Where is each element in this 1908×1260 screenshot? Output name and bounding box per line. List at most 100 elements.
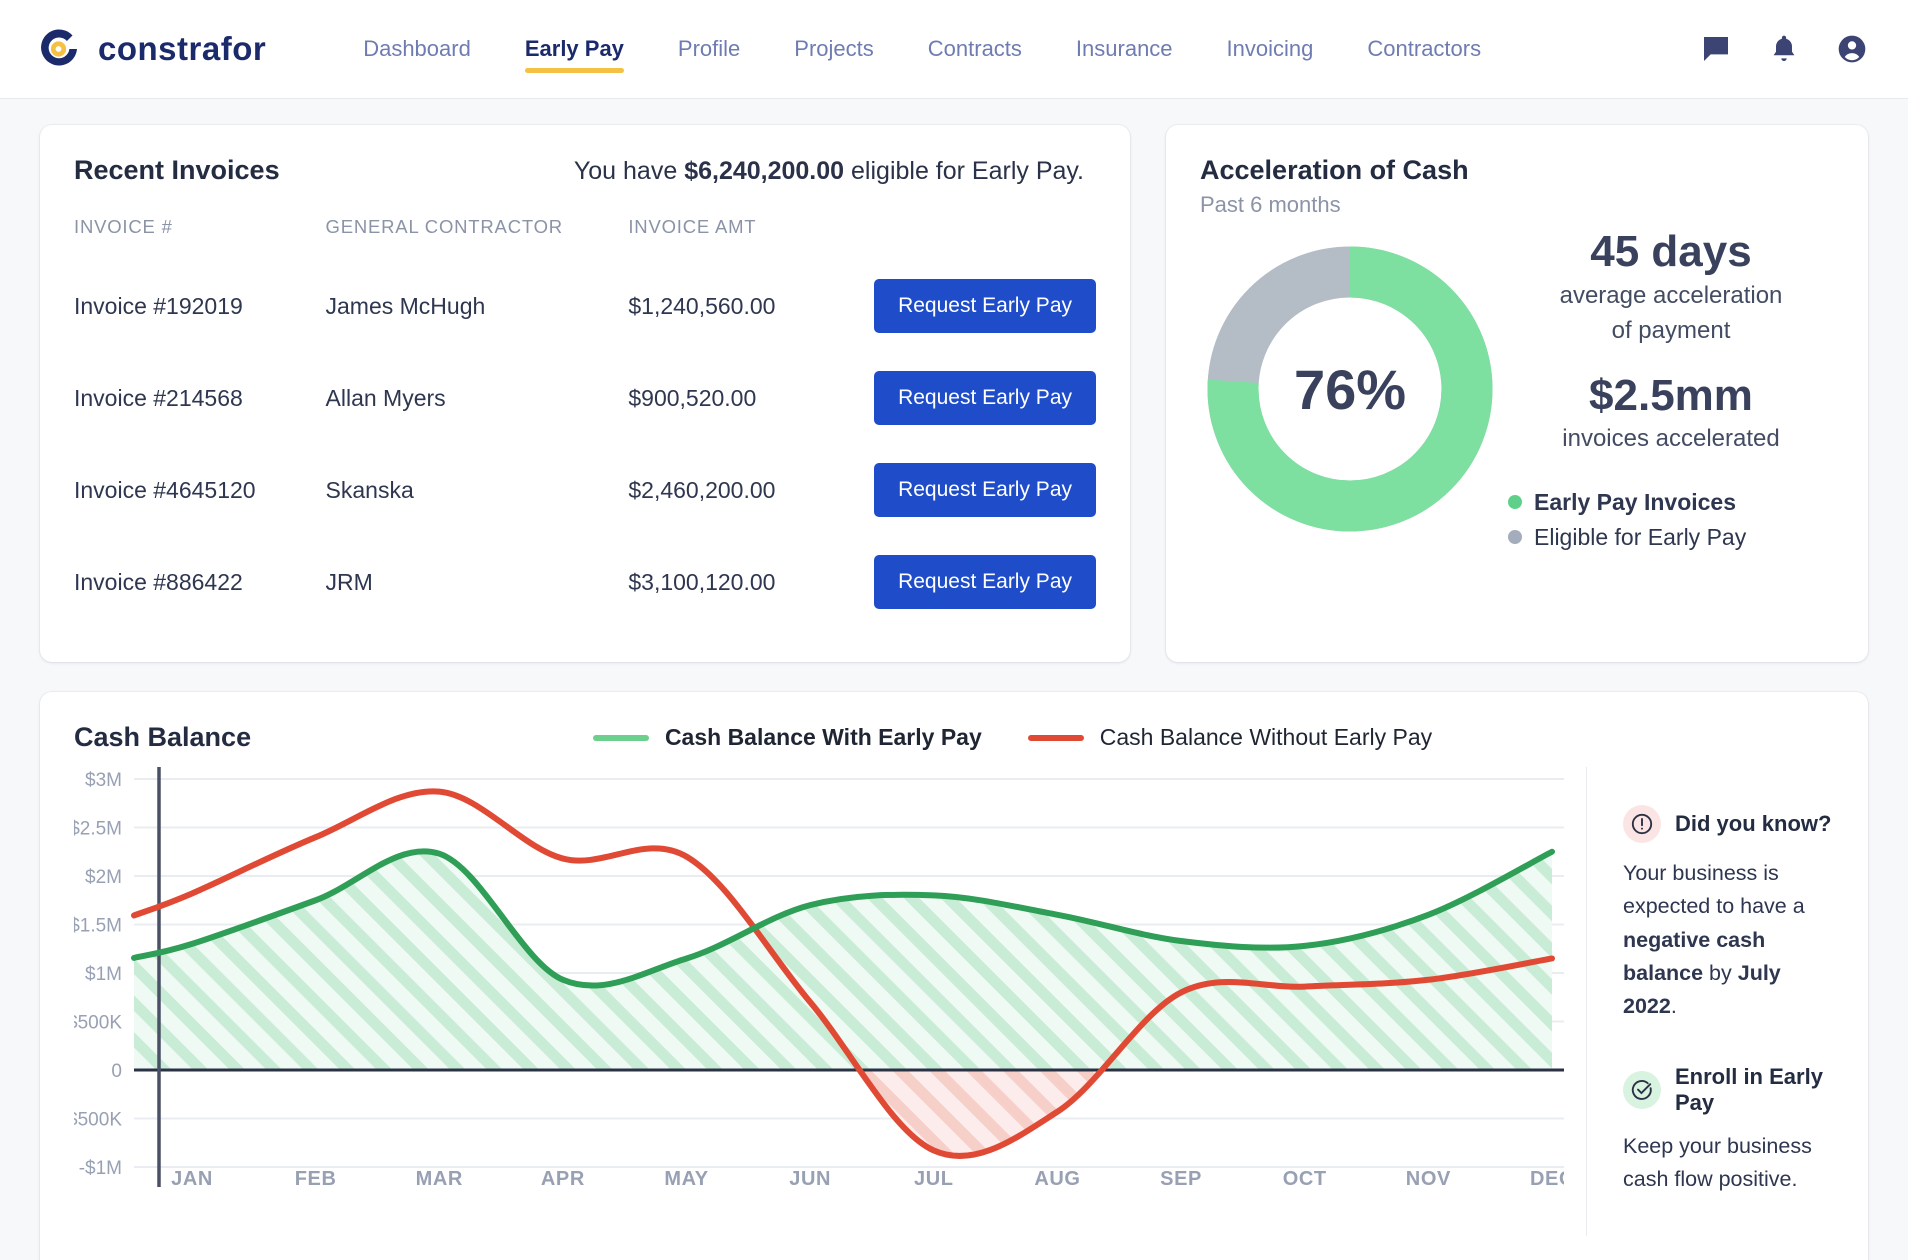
cash-balance-body: $3M $2.5M $2M $1.5M $1M $500K 0 -$500K -$1M JAN F…: [74, 767, 1834, 1237]
acceleration-stats: 45 days average acceleration of payment …: [1500, 228, 1834, 551]
svg-text:SEP: SEP: [1160, 1168, 1202, 1187]
svg-text:$1M: $1M: [85, 964, 122, 985]
cell-amount: $3,100,120.00: [628, 568, 776, 595]
cell-amount: $2,460,200.00: [628, 476, 776, 503]
request-early-pay-button[interactable]: Request Early Pay: [874, 371, 1096, 425]
nav-item-contractors[interactable]: Contractors: [1340, 0, 1508, 99]
bell-icon[interactable]: [1768, 33, 1800, 65]
svg-text:NOV: NOV: [1406, 1168, 1451, 1187]
legend-item-with-early-pay: Cash Balance With Early Pay: [592, 724, 982, 751]
eligible-amount: $6,240,200.00: [684, 157, 845, 185]
legend-dot-icon: [1508, 495, 1522, 510]
cell-invoice-number: Invoice #4645120: [74, 476, 256, 503]
cash-balance-card: Cash Balance Cash Balance With Early Pay…: [40, 692, 1868, 1260]
nav-item-contracts[interactable]: Contracts: [901, 0, 1049, 99]
legend-label: Cash Balance Without Early Pay: [1099, 724, 1433, 750]
invoices-accelerated-label: invoices accelerated: [1562, 425, 1780, 453]
legend-line-icon: [592, 734, 649, 741]
acceleration-subtitle: Past 6 months: [1200, 192, 1341, 217]
note-enroll-in-early-pay[interactable]: Enroll in Early Pay Keep your business c…: [1623, 1064, 1834, 1197]
top-row: Recent Invoices You have $6,240,200.00 e…: [40, 125, 1868, 662]
cell-contractor: Allan Myers: [325, 384, 446, 411]
note-text: Your business is expected to have a nega…: [1623, 857, 1834, 1024]
cash-balance-header: Cash Balance Cash Balance With Early Pay…: [74, 722, 1834, 753]
eligible-summary: You have $6,240,200.00 eligible for Earl…: [574, 157, 1096, 186]
svg-text:JUL: JUL: [914, 1168, 954, 1187]
chat-icon[interactable]: [1700, 33, 1732, 65]
nav-item-invoicing[interactable]: Invoicing: [1200, 0, 1341, 99]
nav-item-early-pay[interactable]: Early Pay: [498, 0, 651, 99]
svg-text:$2.5M: $2.5M: [74, 819, 122, 840]
acceleration-title: Acceleration of Cash: [1200, 155, 1469, 185]
column-header-contractor: GENERAL CONTRACTOR: [325, 216, 563, 237]
check-circle-icon: [1623, 1070, 1661, 1109]
acceleration-of-cash-card: Acceleration of Cash Past 6 months 76% 4…: [1166, 125, 1868, 662]
cell-amount: $1,240,560.00: [628, 292, 776, 319]
cash-balance-legend: Cash Balance With Early Pay Cash Balance…: [592, 724, 1492, 751]
note-text-part-1: Keep your business cash flow positive.: [1623, 1133, 1812, 1191]
column-header-action: [874, 216, 1096, 260]
cash-balance-title: Cash Balance: [74, 722, 252, 752]
svg-text:$500K: $500K: [74, 1013, 122, 1034]
avg-acceleration-label-2: of payment: [1611, 316, 1731, 344]
legend-label: Cash Balance With Early Pay: [664, 724, 982, 750]
table-row: Invoice #214568 Allan Myers $900,520.00 …: [74, 352, 1096, 444]
avg-acceleration-label-1: average acceleration: [1559, 281, 1783, 309]
svg-text:$3M: $3M: [85, 770, 122, 791]
svg-text:AUG: AUG: [1034, 1168, 1080, 1187]
invoices-accelerated-value: $2.5mm: [1589, 370, 1753, 420]
svg-text:OCT: OCT: [1283, 1168, 1327, 1187]
note-title: Enroll in Early Pay: [1675, 1063, 1823, 1115]
exclamation-circle-icon: [1623, 805, 1661, 843]
nav-item-dashboard[interactable]: Dashboard: [336, 0, 498, 99]
header-icons: [1700, 33, 1868, 65]
note-header: Did you know?: [1623, 805, 1834, 843]
legend-item-without-early-pay: Cash Balance Without Early Pay: [1027, 724, 1433, 751]
request-early-pay-button[interactable]: Request Early Pay: [874, 555, 1096, 609]
recent-invoices-card: Recent Invoices You have $6,240,200.00 e…: [40, 125, 1130, 662]
svg-text:-$500K: -$500K: [74, 1110, 122, 1131]
legend-item-eligible-for-early-pay: Eligible for Early Pay: [1508, 524, 1834, 551]
page-body: Recent Invoices You have $6,240,200.00 e…: [0, 99, 1908, 1260]
svg-text:0: 0: [111, 1061, 122, 1082]
cash-balance-plot: $3M $2.5M $2M $1.5M $1M $500K 0 -$500K -$1M JAN F…: [74, 767, 1564, 1187]
svg-text:MAY: MAY: [664, 1168, 708, 1187]
note-title: Did you know?: [1675, 811, 1832, 836]
app-header: constrafor Dashboard Early Pay Profile P…: [0, 0, 1908, 99]
svg-text:DEC: DEC: [1530, 1168, 1564, 1187]
donut-legend: Early Pay Invoices Eligible for Early Pa…: [1508, 489, 1834, 551]
account-icon[interactable]: [1836, 33, 1868, 65]
note-header: Enroll in Early Pay: [1623, 1064, 1834, 1116]
legend-label: Eligible for Early Pay: [1534, 523, 1747, 550]
svg-text:-$1M: -$1M: [79, 1158, 122, 1179]
page-title: Recent Invoices: [74, 155, 280, 185]
request-early-pay-button[interactable]: Request Early Pay: [874, 279, 1096, 333]
cash-balance-chart: $3M $2.5M $2M $1.5M $1M $500K 0 -$500K -$1M JAN F…: [74, 767, 1564, 1236]
note-did-you-know: Did you know? Your business is expected …: [1623, 805, 1834, 1024]
nav-item-projects[interactable]: Projects: [767, 0, 900, 99]
cell-invoice-number: Invoice #192019: [74, 292, 243, 319]
cell-invoice-number: Invoice #886422: [74, 568, 243, 595]
donut-chart: 76%: [1200, 239, 1500, 539]
legend-dot-icon: [1508, 530, 1522, 545]
request-early-pay-button[interactable]: Request Early Pay: [874, 463, 1096, 517]
eligible-prefix: You have: [573, 157, 685, 185]
svg-text:JUN: JUN: [789, 1168, 831, 1187]
brand[interactable]: constrafor: [36, 25, 266, 73]
note-text: Keep your business cash flow positive.: [1623, 1130, 1834, 1197]
nav-item-profile[interactable]: Profile: [651, 0, 767, 99]
constrafor-c-logo-icon: [36, 25, 84, 73]
svg-text:FEB: FEB: [295, 1168, 337, 1187]
nav-item-insurance[interactable]: Insurance: [1049, 0, 1200, 99]
donut-center-value: 76%: [1293, 357, 1407, 421]
legend-line-icon: [1027, 734, 1084, 741]
recent-invoices-header: Recent Invoices You have $6,240,200.00 e…: [74, 155, 1096, 186]
svg-text:$2M: $2M: [85, 867, 122, 888]
table-row: Invoice #886422 JRM $3,100,120.00 Reques…: [74, 536, 1096, 628]
svg-text:APR: APR: [541, 1168, 585, 1187]
invoices-table: INVOICE # GENERAL CONTRACTOR INVOICE AMT…: [74, 216, 1096, 628]
table-row: Invoice #192019 James McHugh $1,240,560.…: [74, 260, 1096, 352]
main-nav: Dashboard Early Pay Profile Projects Con…: [336, 0, 1676, 99]
svg-text:JAN: JAN: [171, 1168, 213, 1187]
legend-item-early-pay-invoices: Early Pay Invoices: [1508, 489, 1834, 516]
